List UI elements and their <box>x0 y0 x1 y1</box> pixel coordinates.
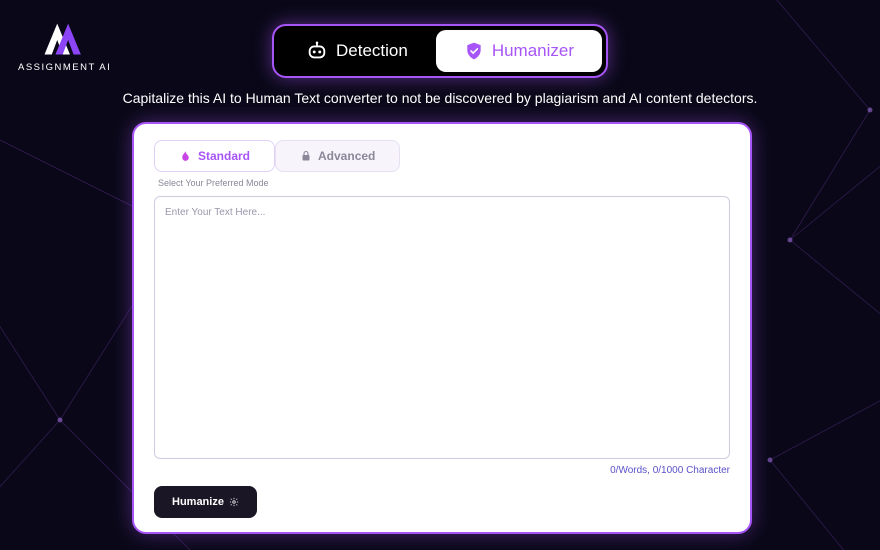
tab-detection-label: Detection <box>336 41 408 61</box>
char-counter: 0/Words, 0/1000 Character <box>154 465 730 476</box>
flame-icon <box>179 150 192 163</box>
lock-icon <box>300 150 312 162</box>
humanize-button[interactable]: Humanize <box>154 486 257 518</box>
logo-icon <box>37 20 92 60</box>
top-tabs: Detection Humanizer <box>272 24 608 78</box>
mode-hint: Select Your Preferred Mode <box>158 178 730 188</box>
shield-check-icon <box>464 41 484 61</box>
robot-icon <box>306 40 328 62</box>
mode-standard[interactable]: Standard <box>154 140 275 172</box>
text-input[interactable] <box>154 196 730 459</box>
humanize-label: Humanize <box>172 496 224 508</box>
tab-detection[interactable]: Detection <box>278 30 436 72</box>
main-card: Standard Advanced Select Your Preferred … <box>132 122 752 534</box>
logo-text: ASSIGNMENT AI <box>18 62 111 73</box>
tab-humanizer[interactable]: Humanizer <box>436 30 602 72</box>
gear-icon <box>229 497 239 507</box>
tab-humanizer-label: Humanizer <box>492 41 574 61</box>
tagline: Capitalize this AI to Human Text convert… <box>123 90 758 106</box>
mode-advanced[interactable]: Advanced <box>275 140 400 172</box>
mode-standard-label: Standard <box>198 149 250 163</box>
mode-tabs: Standard Advanced <box>154 140 730 172</box>
brand-logo: ASSIGNMENT AI <box>18 20 111 73</box>
mode-advanced-label: Advanced <box>318 149 375 163</box>
